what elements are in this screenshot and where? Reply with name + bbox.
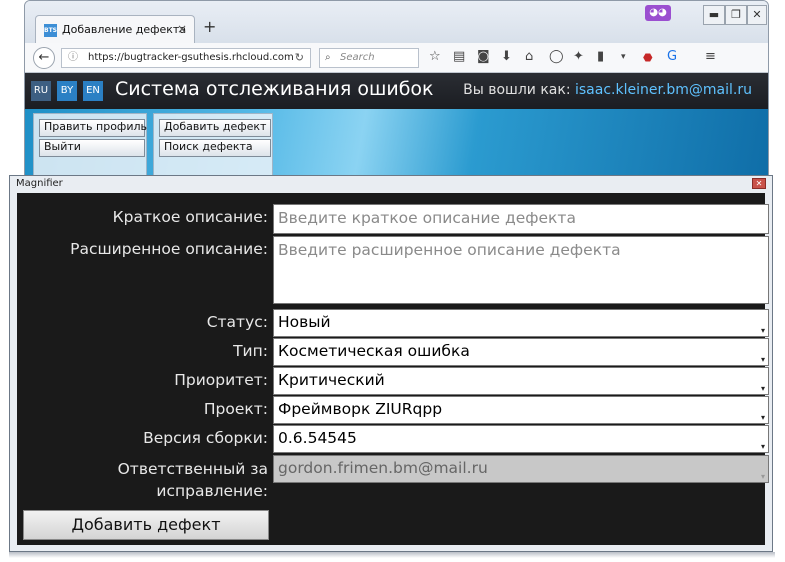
search-input[interactable]: ⌕ Search: [319, 48, 419, 68]
window-shadow: [9, 552, 775, 558]
project-select[interactable]: Фреймворк ZIURqpp ▾: [273, 396, 769, 424]
user-email-link[interactable]: isaac.kleiner.bm@mail.ru: [575, 82, 752, 98]
chevron-down-icon: ▾: [760, 472, 765, 481]
priority-value: Критический: [278, 371, 385, 389]
address-bar[interactable]: ⓘ https://bugtracker-gsuthesis.rhcloud.c…: [61, 48, 311, 68]
assignee-label: Ответственный за исправление:: [118, 458, 268, 502]
assignee-select: gordon.frimen.bm@mail.ru ▾: [273, 455, 769, 483]
puzzle-icon[interactable]: ✦: [573, 49, 584, 64]
search-placeholder: Search: [340, 52, 375, 63]
reading-list-icon[interactable]: ▤: [453, 49, 465, 64]
close-tab-icon[interactable]: ×: [177, 22, 187, 36]
dropdown-icon[interactable]: ▾: [621, 52, 626, 62]
status-label: Статус:: [206, 313, 268, 331]
page-content: RU BY EN Система отслеживания ошибок Вы …: [25, 73, 768, 189]
search-defect-button[interactable]: Поиск дефекта: [159, 139, 271, 157]
menu-icon[interactable]: ≡: [705, 49, 716, 64]
short-desc-label: Краткое описание:: [112, 208, 268, 226]
maximize-button[interactable]: ❐: [725, 5, 747, 25]
type-value: Косметическая ошибка: [278, 342, 470, 360]
long-desc-textarea[interactable]: Введите расширенное описание дефекта: [273, 236, 769, 304]
lang-by-button[interactable]: BY: [57, 81, 77, 101]
window-controls: ◕◕ ▬ ❐ ✕: [645, 5, 767, 25]
nav-toolbar: ← ⓘ https://bugtracker-gsuthesis.rhcloud…: [25, 43, 768, 73]
magnifier-close-button[interactable]: ✕: [752, 178, 766, 189]
close-window-button[interactable]: ✕: [747, 5, 767, 25]
minimize-button[interactable]: ▬: [703, 5, 725, 25]
google-translate-icon[interactable]: G: [667, 49, 677, 64]
assignee-value: gordon.frimen.bm@mail.ru: [278, 459, 488, 477]
download-icon[interactable]: ⬇: [501, 49, 512, 64]
browser-tab[interactable]: BTS Добавление дефекта ×: [35, 15, 195, 43]
assignee-label-line2: исправление:: [156, 482, 268, 500]
project-value: Фреймворк ZIURqpp: [278, 400, 443, 418]
tab-strip: BTS Добавление дефекта × + ◕◕ ▬ ❐ ✕: [25, 1, 768, 43]
page-title: Система отслеживания ошибок: [115, 78, 434, 100]
lang-en-button[interactable]: EN: [83, 81, 103, 101]
chat-icon[interactable]: ◯: [549, 49, 564, 64]
build-select[interactable]: 0.6.54545 ▾: [273, 425, 769, 453]
app-header: RU BY EN Система отслеживания ошибок Вы …: [25, 73, 768, 109]
home-icon[interactable]: ⌂: [525, 49, 533, 64]
add-defect-form: Краткое описание: Введите краткое описан…: [17, 193, 769, 545]
priority-select[interactable]: Критический ▾: [273, 367, 769, 395]
chevron-down-icon: ▾: [760, 442, 765, 451]
abp-icon[interactable]: ⬣: [643, 51, 653, 64]
type-label: Тип:: [233, 342, 268, 360]
logged-in-label: Вы вошли как:: [463, 82, 571, 98]
type-select[interactable]: Косметическая ошибка ▾: [273, 338, 769, 366]
status-select[interactable]: Новый ▾: [273, 309, 769, 337]
build-value: 0.6.54545: [278, 429, 357, 447]
build-label: Версия сборки:: [143, 429, 268, 447]
info-icon[interactable]: ⓘ: [68, 49, 78, 67]
tab-title: Добавление дефекта: [62, 23, 187, 36]
star-icon[interactable]: ☆: [429, 49, 441, 64]
chevron-down-icon: ▾: [760, 355, 765, 364]
add-defect-menu-button[interactable]: Добавить дефект: [159, 119, 271, 137]
long-desc-label: Расширенное описание:: [70, 240, 268, 258]
reload-icon[interactable]: ↻: [295, 49, 304, 67]
new-tab-button[interactable]: +: [203, 17, 216, 36]
add-defect-submit-button[interactable]: Добавить дефект: [23, 510, 269, 540]
short-desc-input[interactable]: Введите краткое описание дефекта: [273, 204, 769, 234]
edit-profile-button[interactable]: Править профиль: [39, 119, 147, 137]
private-mask-icon: ◕◕: [645, 5, 671, 21]
browser-window: BTS Добавление дефекта × + ◕◕ ▬ ❐ ✕ ← ⓘ …: [24, 0, 769, 190]
status-value: Новый: [278, 313, 331, 331]
search-icon: ⌕: [325, 52, 331, 63]
priority-label: Приоритет:: [174, 371, 268, 389]
favicon-icon: BTS: [44, 24, 57, 37]
logged-in-status: Вы вошли как: isaac.kleiner.bm@mail.ru: [463, 82, 752, 98]
back-button[interactable]: ←: [33, 47, 55, 69]
lang-ru-button[interactable]: RU: [31, 81, 51, 101]
chevron-down-icon: ▾: [760, 326, 765, 335]
project-label: Проект:: [203, 400, 268, 418]
url-text: https://bugtracker-gsuthesis.rhcloud.com: [88, 52, 294, 63]
magnifier-title: Magnifier: [16, 178, 63, 189]
logout-button[interactable]: Выйти: [39, 139, 145, 157]
chevron-down-icon: ▾: [760, 384, 765, 393]
clipboard-icon[interactable]: ▮: [597, 49, 604, 64]
magnifier-window: Magnifier ✕ Краткое описание: Введите кр…: [9, 175, 773, 552]
assignee-label-line1: Ответственный за: [117, 460, 268, 478]
pocket-icon[interactable]: ◙: [477, 49, 490, 64]
chevron-down-icon: ▾: [760, 413, 765, 422]
